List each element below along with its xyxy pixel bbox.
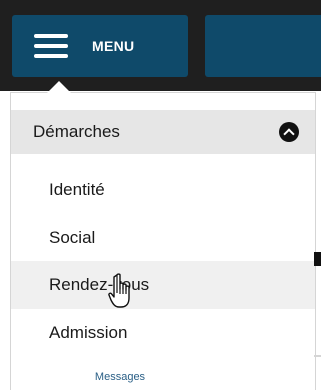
chevron-up-icon[interactable] xyxy=(279,122,299,142)
background-content-edge xyxy=(314,252,321,266)
hand-cursor-icon xyxy=(108,273,130,308)
section-demarches[interactable]: Démarches xyxy=(11,110,315,154)
menu-dropdown: Démarches Identité Social Rendez-vous Ad… xyxy=(10,81,316,390)
background-divider xyxy=(314,355,321,357)
menu-item-social[interactable]: Social xyxy=(11,214,315,262)
section-label: Démarches xyxy=(33,122,120,141)
footer-messages-label[interactable]: Messages xyxy=(0,371,240,383)
dropdown-caret xyxy=(47,81,71,93)
nav-tab[interactable] xyxy=(205,15,321,77)
menu-label: MENU xyxy=(92,38,135,54)
menu-item-identite[interactable]: Identité xyxy=(11,166,315,214)
hamburger-icon xyxy=(34,34,68,58)
menu-item-admission[interactable]: Admission xyxy=(11,309,315,357)
menu-button[interactable]: MENU xyxy=(12,15,188,77)
menu-item-rendez-vous[interactable]: Rendez-vous xyxy=(11,261,315,309)
